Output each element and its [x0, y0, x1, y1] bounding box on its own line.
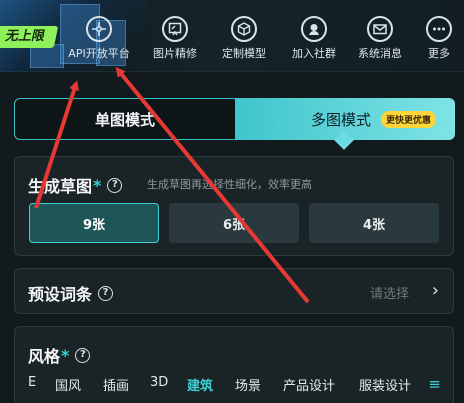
nav-label: 系统消息	[358, 47, 402, 60]
style-tab-product-design[interactable]: 产品设计	[283, 375, 335, 394]
nav-more[interactable]: 更多	[422, 16, 456, 64]
api-icon	[86, 16, 112, 42]
chevron-right-icon: ›	[431, 280, 439, 301]
mail-icon	[367, 16, 393, 42]
count-option-6[interactable]: 6张	[169, 203, 299, 243]
nav-api-platform[interactable]: API开放平台	[64, 16, 134, 64]
nav-label: API开放平台	[68, 47, 130, 60]
nav-label: 图片精修	[153, 47, 197, 60]
nav-label: 更多	[428, 47, 450, 60]
style-tab-illustration[interactable]: 插画	[103, 375, 129, 394]
style-title-text: 风格	[28, 347, 61, 366]
more-icon	[426, 16, 452, 42]
nav-custom-model[interactable]: 定制模型	[216, 16, 272, 64]
help-icon[interactable]: ?	[98, 285, 114, 301]
menu-icon[interactable]: ≡	[428, 375, 441, 393]
tab-multi-label: 多图模式	[311, 110, 372, 129]
active-tab-notch	[334, 130, 354, 150]
preset-title: 预设词条 ?	[28, 281, 114, 305]
top-nav-bar: 无上限 API开放平台 图片精修 定制模型 加入社群 系统消息 更多	[0, 0, 464, 72]
nav-image-refine[interactable]: 图片精修	[148, 16, 202, 64]
style-tab-fashion-design[interactable]: 服装设计	[359, 375, 411, 394]
mode-tabs: 单图模式 多图模式 更快更优惠	[14, 98, 455, 150]
required-mark: *	[93, 175, 102, 195]
sketch-title-text: 生成草图	[28, 177, 93, 196]
nav-join-community[interactable]: 加入社群	[286, 16, 342, 64]
unlimited-badge: 无上限	[0, 26, 59, 48]
community-icon	[301, 16, 327, 42]
style-tabs: E 国风 插画 3D 建筑 场景 产品设计 服装设计 ≡	[15, 375, 453, 399]
preset-terms-select[interactable]: 预设词条 ? 请选择 ›	[14, 268, 454, 314]
count-option-4[interactable]: 4张	[309, 203, 439, 243]
cube-icon	[231, 16, 257, 42]
style-tab-scene[interactable]: 场景	[235, 375, 261, 394]
nav-label: 加入社群	[292, 47, 336, 60]
style-tab-3d[interactable]: 3D	[150, 375, 168, 390]
help-icon[interactable]: ?	[75, 347, 91, 363]
sketch-hint: 生成草图再选择性细化，效率更高	[147, 178, 312, 191]
style-tab-e[interactable]: E	[28, 375, 36, 390]
count-option-9[interactable]: 9张	[29, 203, 159, 243]
preset-placeholder: 请选择	[369, 287, 409, 302]
preset-title-text: 预设词条	[28, 285, 93, 304]
style-tab-architecture[interactable]: 建筑	[187, 375, 213, 394]
sketch-title: 生成草图 * ?	[28, 173, 123, 197]
image-refine-icon	[162, 16, 188, 42]
style-tab-guofeng[interactable]: 国风	[55, 375, 81, 394]
nav-system-messages[interactable]: 系统消息	[352, 16, 408, 64]
help-icon[interactable]: ?	[107, 177, 123, 193]
style-title: 风格 * ?	[28, 343, 91, 367]
promo-badge: 更快更优惠	[381, 110, 437, 128]
tab-single-image-mode[interactable]: 单图模式	[15, 99, 235, 139]
nav-label: 定制模型	[222, 47, 266, 60]
sketch-panel: 生成草图 * ? 生成草图再选择性细化，效率更高 9张 6张 4张	[14, 156, 454, 256]
style-panel: 风格 * ? E 国风 插画 3D 建筑 场景 产品设计 服装设计 ≡	[14, 326, 454, 403]
required-mark: *	[61, 345, 70, 365]
tab-multi-image-mode[interactable]: 多图模式 更快更优惠	[235, 98, 455, 150]
